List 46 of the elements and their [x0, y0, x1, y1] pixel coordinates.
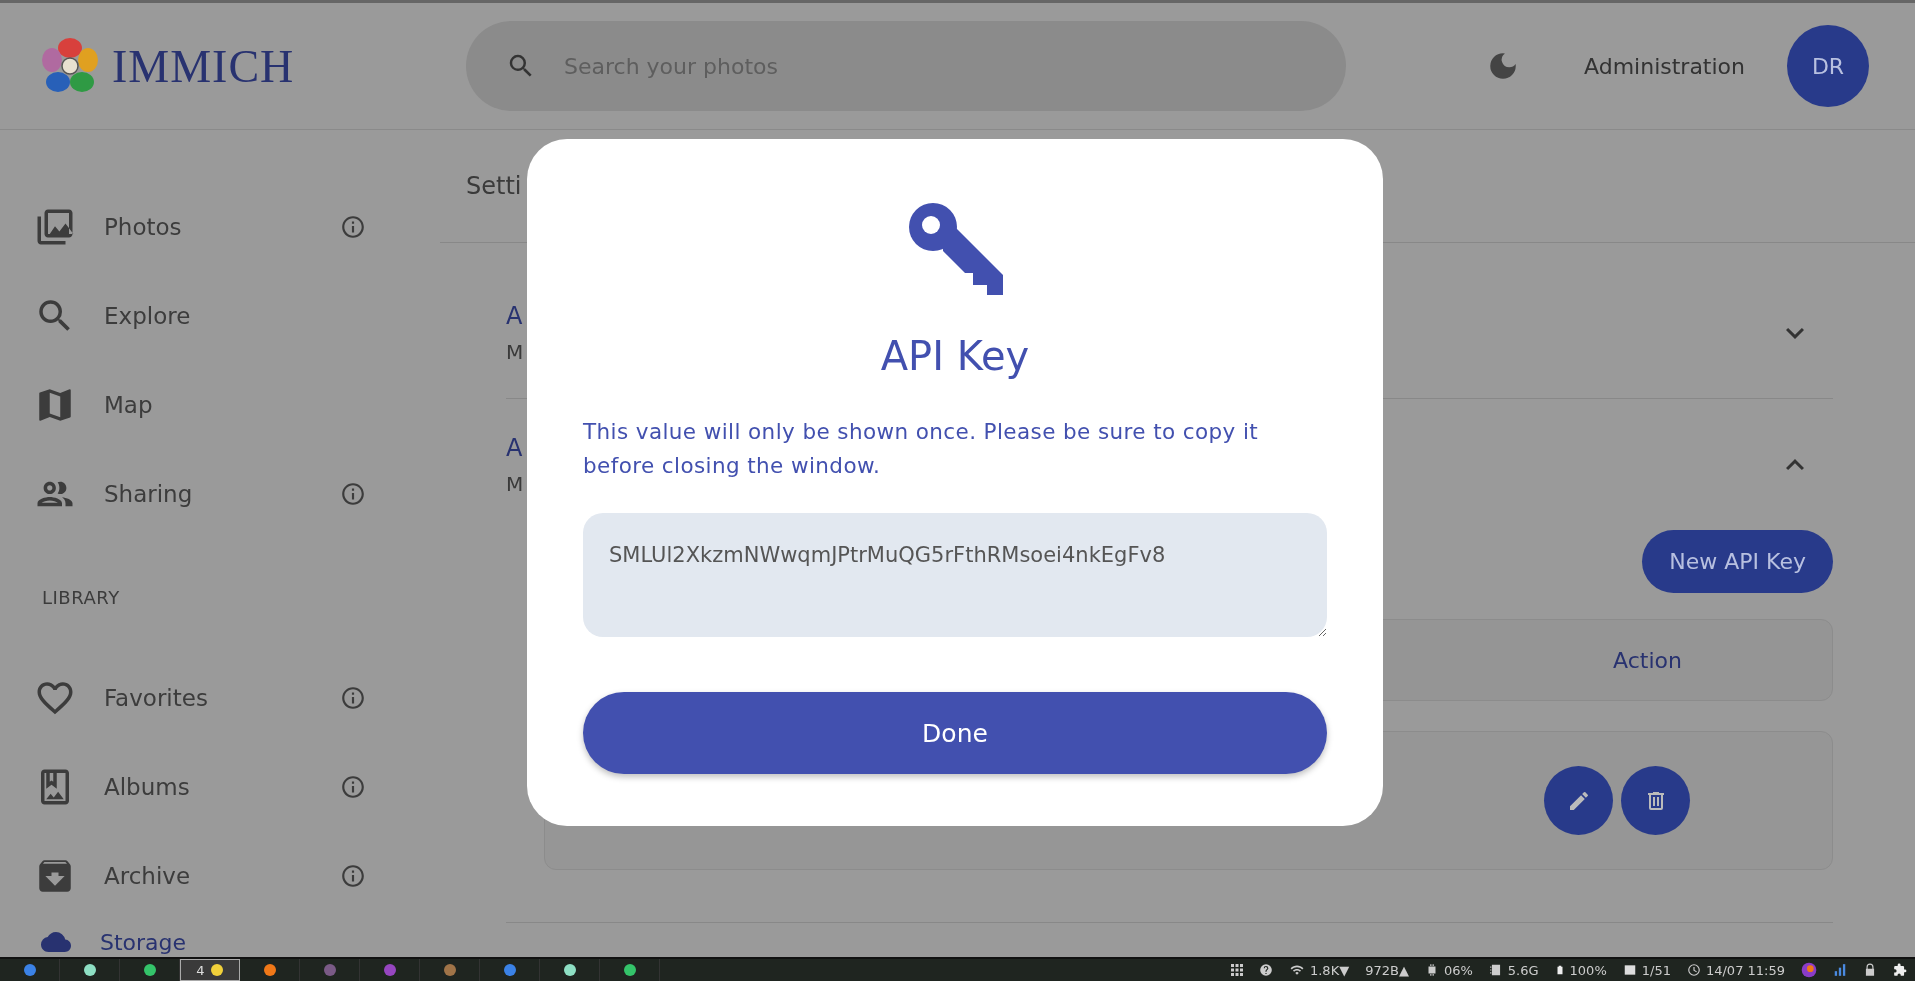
sidebar-item[interactable]: Explore — [0, 294, 366, 337]
window-icon — [1622, 963, 1637, 977]
status-text: 5.6G — [1507, 962, 1539, 978]
info-icon[interactable] — [340, 213, 366, 240]
dialog-title: API Key — [880, 333, 1030, 379]
section-title: A — [506, 301, 524, 330]
info-icon[interactable] — [340, 773, 366, 800]
status-text: 972B▲ — [1365, 962, 1409, 978]
grid-icon[interactable] — [1230, 964, 1243, 976]
done-button[interactable]: Done — [583, 692, 1327, 774]
bars-icon[interactable] — [1833, 963, 1847, 977]
new-api-key-button[interactable]: New API Key — [1642, 530, 1833, 593]
help-icon[interactable] — [1258, 963, 1273, 977]
lock-icon[interactable] — [1863, 963, 1877, 977]
section-subtitle: M — [506, 339, 524, 364]
column-header: Action — [1613, 647, 1682, 673]
info-icon[interactable] — [340, 862, 366, 889]
app-logo-text[interactable]: IMMICH — [112, 39, 295, 93]
status-text: 06% — [1443, 962, 1473, 978]
status-text: 14/07 11:59 — [1705, 962, 1785, 978]
administration-link[interactable]: Administration — [1584, 53, 1745, 79]
info-icon[interactable] — [340, 684, 366, 711]
status-text: 1.8K▼ — [1309, 962, 1350, 978]
user-avatar[interactable]: DR — [1787, 25, 1869, 107]
storage-label[interactable]: Storage — [100, 929, 187, 955]
sidebar-item[interactable]: Map — [0, 383, 366, 426]
workspace-tab[interactable]: 4 — [180, 959, 240, 981]
puzzle-icon[interactable] — [1893, 963, 1907, 977]
app-icon[interactable] — [1801, 962, 1817, 978]
api-key-field[interactable]: SMLUl2XkzmNWwqmJPtrMuQG5rFthRMsoei4nkEgFv8 — [583, 513, 1327, 637]
info-icon[interactable] — [340, 480, 366, 507]
clock-icon — [1686, 963, 1701, 977]
section-heading: LIBRARY — [41, 587, 121, 608]
memory-icon — [1488, 963, 1503, 977]
sidebar-item[interactable]: Albums — [0, 765, 366, 808]
status-text: 1/51 — [1641, 962, 1671, 978]
sidebar-item[interactable]: Sharing — [0, 472, 366, 515]
wifi-icon — [1288, 963, 1305, 977]
sidebar-item[interactable]: Archive — [0, 854, 366, 897]
status-text: 100% — [1569, 962, 1607, 978]
sidebar-item[interactable]: Favorites — [0, 676, 366, 719]
sidebar-item[interactable]: Photos — [0, 205, 366, 248]
dialog-message: This value will only be shown once. Please be sure to copy it before closing the window. — [583, 418, 1260, 480]
section-title: A — [506, 433, 524, 462]
page-title: Setti — [466, 172, 522, 200]
section-subtitle: M — [506, 471, 524, 496]
